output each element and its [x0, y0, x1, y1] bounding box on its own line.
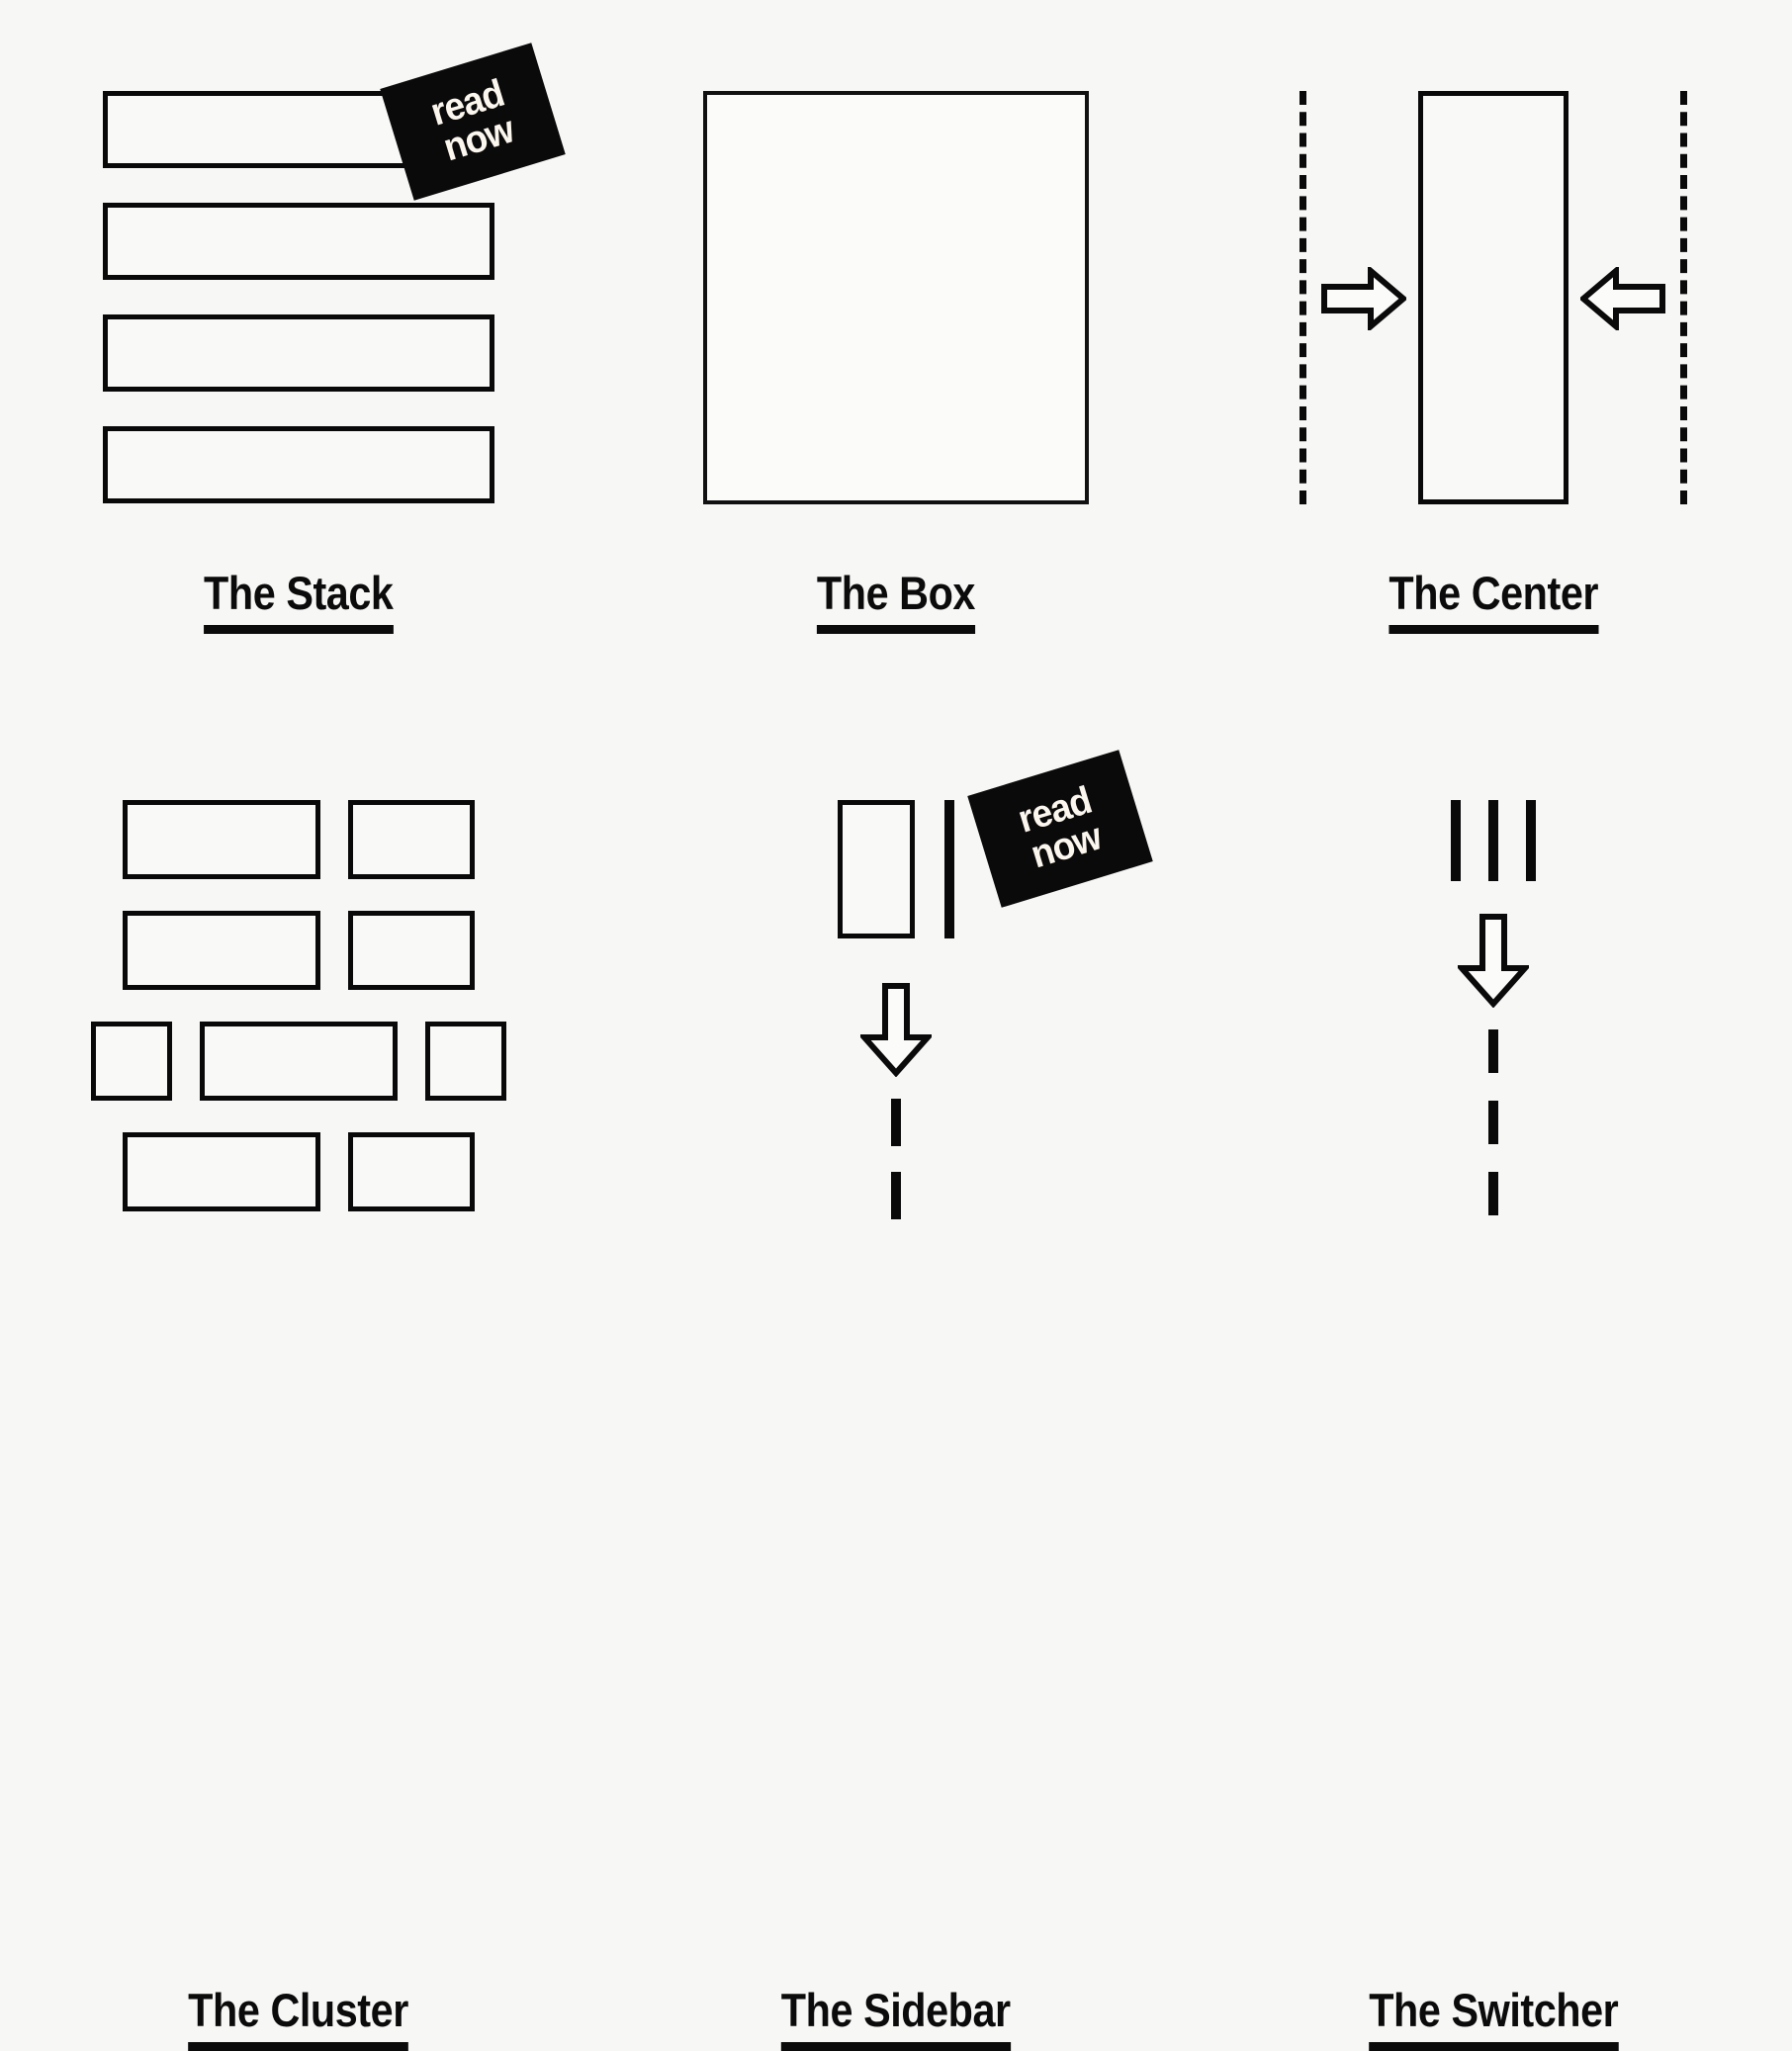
switcher-box-2 [1488, 800, 1498, 881]
caption-the-sidebar: The Sidebar [781, 1987, 1011, 2051]
arrow-down-icon [860, 983, 932, 1077]
sidebar-main-box [944, 800, 954, 938]
panel-the-box: The Box [597, 0, 1195, 713]
caption-wrap-switcher: The Switcher [1195, 1987, 1792, 2051]
stack-box-2 [103, 203, 494, 280]
layout-patterns-grid: read now The Stack The Box The Center Th… [0, 0, 1792, 2051]
switcher-bar-2 [1488, 1101, 1498, 1144]
cluster-box [348, 911, 475, 990]
caption-wrap-center: The Center [1195, 570, 1792, 634]
switcher-box-1 [1451, 800, 1461, 881]
cluster-row-2 [123, 911, 475, 990]
cluster-box [200, 1022, 398, 1101]
cluster-row-4 [123, 1132, 475, 1211]
caption-the-switcher: The Switcher [1368, 1987, 1618, 2051]
arrow-left-icon [1580, 267, 1665, 330]
switcher-box-3 [1526, 800, 1536, 881]
center-diagram [1296, 91, 1691, 506]
cluster-row-3 [91, 1022, 506, 1101]
caption-the-cluster: The Cluster [188, 1987, 409, 2051]
cluster-box [348, 1132, 475, 1211]
caption-the-box: The Box [816, 570, 975, 634]
cluster-box [123, 911, 320, 990]
center-column-box [1418, 91, 1568, 504]
panel-the-stack: read now The Stack [0, 0, 597, 713]
sidebar-arrow-wrap [860, 982, 932, 1077]
read-now-sticker[interactable]: read now [967, 750, 1153, 908]
stack-box-3 [103, 314, 494, 392]
sidebar-diagram: read now [700, 750, 1153, 1219]
cluster-diagram [91, 800, 506, 1211]
panel-the-cluster: The Cluster [0, 713, 597, 2051]
cluster-box [123, 1132, 320, 1211]
switcher-diagram [1298, 800, 1689, 1215]
dashed-rail-left [1299, 91, 1306, 504]
sidebar-top-row [838, 800, 954, 938]
caption-wrap-box: The Box [597, 570, 1195, 634]
caption-wrap-cluster: The Cluster [0, 1987, 597, 2051]
switcher-bottom-bars [1488, 1029, 1498, 1215]
switcher-top-row [1451, 800, 1536, 881]
switcher-bar-1 [1488, 1029, 1498, 1073]
panel-the-switcher: The Switcher [1195, 713, 1792, 2051]
arrow-down-icon [1458, 914, 1529, 1008]
panel-the-center: The Center [1195, 0, 1792, 713]
stack-box-4 [103, 426, 494, 503]
sidebar-narrow-box [838, 800, 915, 938]
box-square [703, 91, 1089, 504]
cluster-box [348, 800, 475, 879]
stack-diagram: read now [103, 43, 566, 538]
switcher-arrow-wrap [1458, 913, 1529, 1008]
cluster-box [425, 1022, 506, 1101]
read-now-sticker[interactable]: read now [380, 43, 566, 201]
arrow-right-icon [1321, 267, 1406, 330]
panel-the-sidebar: read now The Sidebar [597, 713, 1195, 2051]
box-diagram [703, 91, 1089, 504]
caption-the-stack: The Stack [204, 570, 394, 634]
caption-the-center: The Center [1389, 570, 1598, 634]
caption-wrap-stack: The Stack [0, 570, 597, 634]
caption-wrap-sidebar: The Sidebar [597, 1987, 1195, 2051]
dashed-rail-right [1680, 91, 1687, 504]
cluster-box [91, 1022, 172, 1101]
sidebar-bottom-bars [891, 1099, 901, 1219]
switcher-bar-3 [1488, 1172, 1498, 1215]
cluster-box [123, 800, 320, 879]
sidebar-bar-2 [891, 1172, 901, 1219]
sidebar-bar-1 [891, 1099, 901, 1146]
cluster-row-1 [123, 800, 475, 879]
